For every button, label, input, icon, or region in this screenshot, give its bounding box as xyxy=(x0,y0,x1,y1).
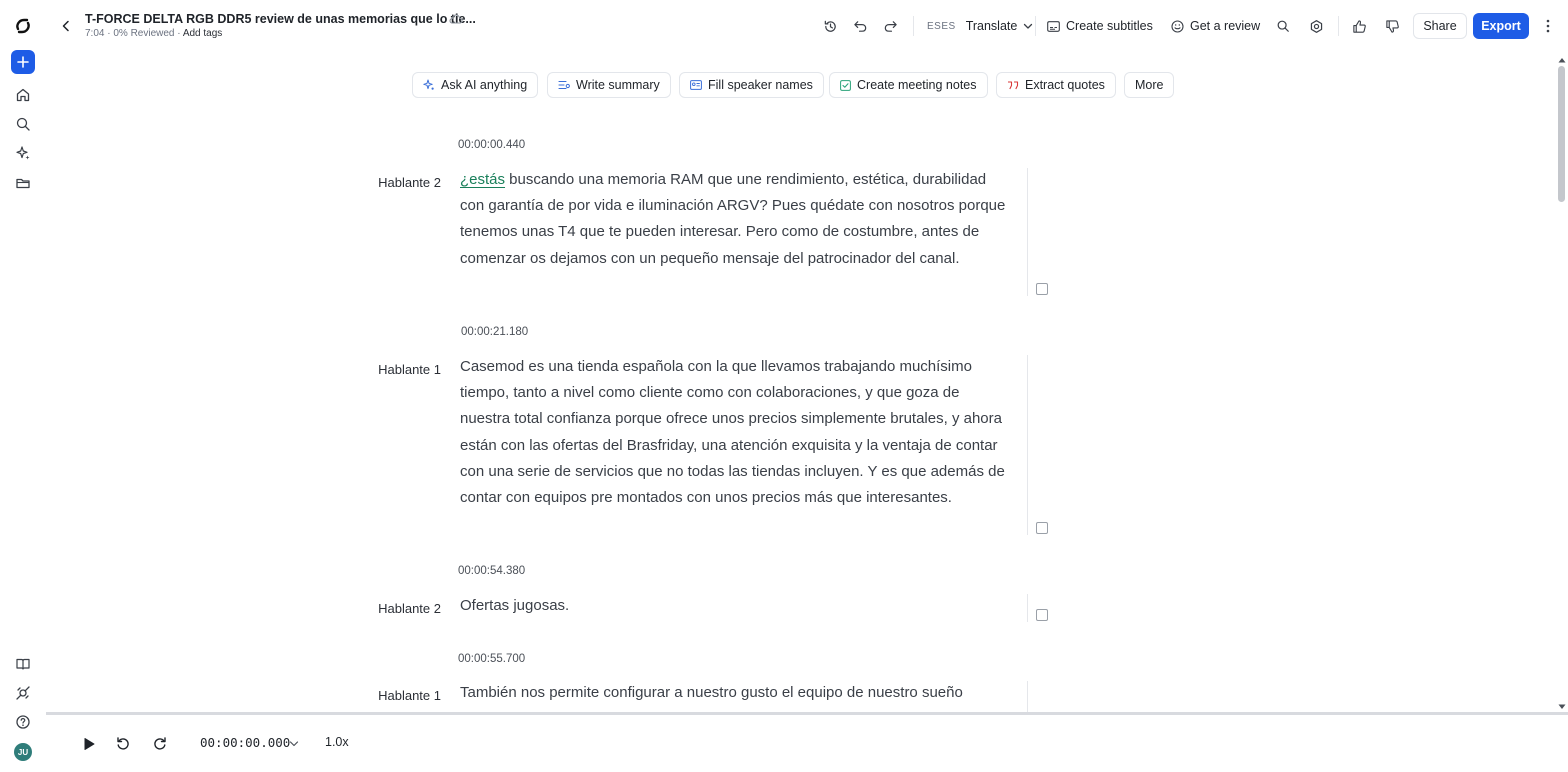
segment-checkbox[interactable] xyxy=(1036,522,1048,534)
search-icon[interactable] xyxy=(12,113,34,135)
more-options-icon[interactable] xyxy=(1542,17,1554,35)
transcript-segment-text[interactable]: También nos permite configurar a nuestro… xyxy=(460,680,1012,706)
subtitles-icon xyxy=(1047,20,1060,32)
ai-sparkle-icon[interactable] xyxy=(12,142,34,164)
transcript-area: 00:00:00.440 Hablante 2 ¿estás buscando … xyxy=(46,52,1556,712)
folder-icon[interactable] xyxy=(12,172,34,194)
document-title[interactable]: T-FORCE DELTA RGB DDR5 review de unas me… xyxy=(85,12,476,26)
create-subtitles-label: Create subtitles xyxy=(1066,19,1153,33)
toolbar-divider xyxy=(1338,16,1339,36)
toolbar-divider xyxy=(1035,16,1036,36)
help-icon[interactable] xyxy=(12,711,34,733)
segment-timestamp[interactable]: 00:00:21.180 xyxy=(461,326,528,338)
top-bar: T-FORCE DELTA RGB DDR5 review de unas me… xyxy=(46,0,1568,52)
language-code: ESES xyxy=(927,20,956,32)
rewind-icon xyxy=(117,737,129,750)
settings-gear-icon[interactable] xyxy=(1307,17,1325,35)
chevron-left-icon xyxy=(62,20,69,32)
transcript-segment-text[interactable]: Ofertas jugosas. xyxy=(460,593,1012,619)
translate-label: Translate xyxy=(965,19,1018,33)
segment-checkbox[interactable] xyxy=(1036,609,1048,621)
scroll-down-arrow-icon[interactable] xyxy=(1558,704,1566,710)
new-button[interactable] xyxy=(11,50,35,74)
play-button[interactable] xyxy=(79,734,99,754)
export-button[interactable]: Export xyxy=(1473,13,1529,39)
undo-icon[interactable] xyxy=(851,17,869,35)
cloud-sync-icon xyxy=(449,12,465,26)
chevron-down-icon xyxy=(1024,23,1033,29)
create-subtitles-button[interactable]: Create subtitles xyxy=(1047,17,1153,35)
transcript-segment-text[interactable]: ¿estás buscando una memoria RAM que une … xyxy=(460,167,1012,272)
segment-divider xyxy=(1027,681,1028,712)
translate-button[interactable]: ESES Translate xyxy=(927,17,1033,35)
media-player: 00:00:00.000 1.0x xyxy=(46,715,1568,772)
play-icon xyxy=(84,738,95,750)
user-avatar[interactable]: JU xyxy=(14,743,32,761)
playback-speed[interactable]: 1.0x xyxy=(325,735,349,749)
segment-timestamp[interactable]: 00:00:54.380 xyxy=(458,565,525,577)
segment-divider xyxy=(1027,168,1028,296)
speaker-label[interactable]: Hablante 1 xyxy=(351,688,441,703)
active-word[interactable]: ¿estás xyxy=(460,171,505,188)
segment-timestamp[interactable]: 00:00:00.440 xyxy=(458,139,525,151)
smiley-icon xyxy=(1171,19,1184,33)
segment-divider xyxy=(1027,594,1028,622)
forward-icon xyxy=(154,737,166,750)
thumbs-up-icon[interactable] xyxy=(1350,17,1368,35)
speaker-label[interactable]: Hablante 2 xyxy=(351,175,441,190)
toolbar-divider xyxy=(913,16,914,36)
guide-book-icon[interactable] xyxy=(12,653,34,675)
segment-timestamp[interactable]: 00:00:55.700 xyxy=(458,653,525,665)
app-logo-icon[interactable] xyxy=(12,15,34,37)
segment-divider xyxy=(1027,355,1028,535)
thumbs-down-icon[interactable] xyxy=(1383,17,1401,35)
home-icon[interactable] xyxy=(12,84,34,106)
speaker-label[interactable]: Hablante 1 xyxy=(351,362,441,377)
scrollbar-thumb[interactable] xyxy=(1558,66,1565,202)
back-button[interactable] xyxy=(58,16,74,36)
integrations-plug-icon[interactable] xyxy=(12,682,34,704)
redo-icon[interactable] xyxy=(881,17,899,35)
forward-button[interactable] xyxy=(150,734,170,754)
left-rail: JU xyxy=(0,0,46,772)
document-meta: 7:04 · 0% Reviewed · Add tags xyxy=(85,28,222,39)
scroll-up-arrow-icon[interactable] xyxy=(1558,57,1566,63)
segment-checkbox[interactable] xyxy=(1036,283,1048,295)
plus-icon xyxy=(17,56,29,68)
add-tags-link[interactable]: Add tags xyxy=(183,28,222,39)
history-icon[interactable] xyxy=(821,17,839,35)
speaker-label[interactable]: Hablante 2 xyxy=(351,601,441,616)
transcript-segment-text[interactable]: Casemod es una tienda española con la qu… xyxy=(460,354,1012,511)
playback-time[interactable]: 00:00:00.000 xyxy=(200,735,290,750)
duration-review-status: 7:04 · 0% Reviewed · xyxy=(85,28,183,39)
chevron-down-icon[interactable] xyxy=(289,737,299,751)
get-review-label: Get a review xyxy=(1190,19,1261,33)
get-review-button[interactable]: Get a review xyxy=(1171,17,1260,35)
search-icon[interactable] xyxy=(1274,17,1292,35)
share-button[interactable]: Share xyxy=(1413,13,1467,39)
rewind-button[interactable] xyxy=(113,734,133,754)
